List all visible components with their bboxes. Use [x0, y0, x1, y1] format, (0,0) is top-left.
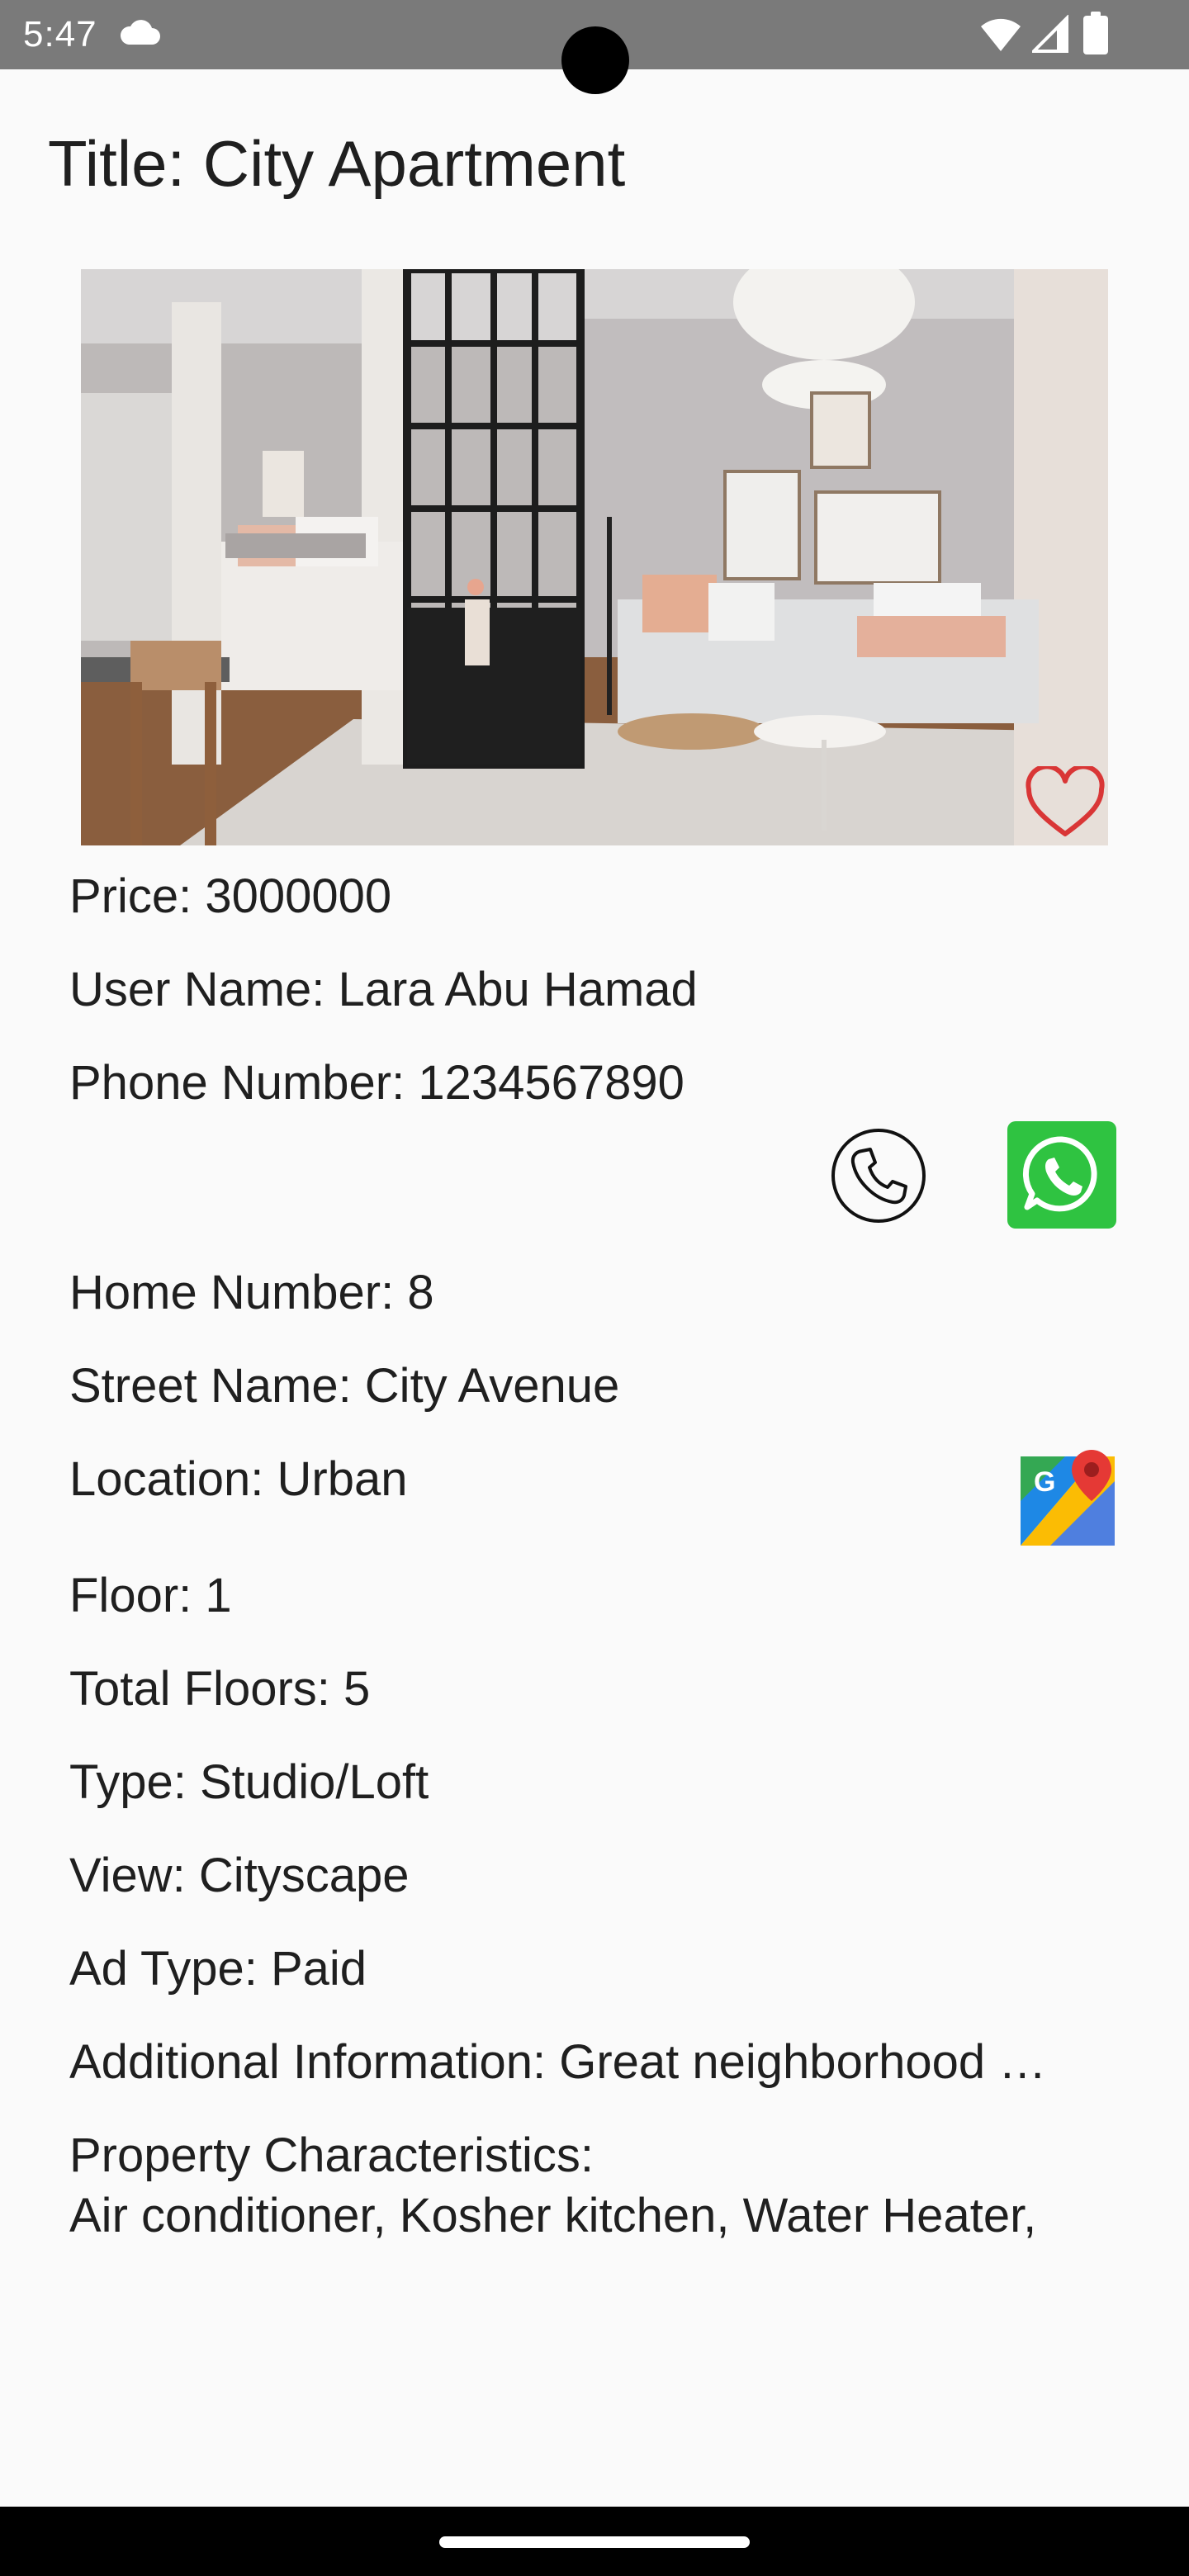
status-time: 5:47	[23, 14, 97, 54]
user-name-text: User Name: Lara Abu Hamad	[69, 963, 698, 1016]
type-text: Type: Studio/Loft	[69, 1755, 429, 1809]
signal-icon	[1032, 15, 1068, 53]
call-phone-icon[interactable]	[829, 1126, 928, 1225]
view-text: View: Cityscape	[69, 1849, 410, 1902]
google-maps-icon[interactable]: G	[1017, 1447, 1118, 1547]
apartment-photo	[81, 269, 1108, 845]
battery-icon	[1083, 12, 1108, 54]
home-gesture-handle[interactable]	[439, 2536, 750, 2548]
cloud-icon	[120, 20, 160, 45]
street-name-text: Street Name: City Avenue	[69, 1359, 620, 1413]
floor-text: Floor: 1	[69, 1569, 232, 1622]
characteristics-value: Air conditioner, Kosher kitchen, Water H…	[69, 2189, 1037, 2242]
navigation-bar	[0, 2507, 1189, 2576]
price-text: Price: 3000000	[69, 869, 392, 923]
home-number-text: Home Number: 8	[69, 1266, 434, 1319]
favorite-heart-icon[interactable]	[1024, 766, 1106, 841]
wifi-icon	[981, 18, 1021, 51]
location-text: Location: Urban	[69, 1452, 408, 1506]
svg-text:G: G	[1034, 1466, 1055, 1498]
ad-type-text: Ad Type: Paid	[69, 1942, 367, 1996]
status-bar: 5:47	[0, 0, 1189, 94]
characteristics-label: Property Characteristics:	[69, 2129, 594, 2182]
camera-cutout	[561, 26, 629, 94]
additional-info-text: Additional Information: Great neighborho…	[69, 2035, 1047, 2089]
phone-number-text: Phone Number: 1234567890	[69, 1056, 685, 1110]
whatsapp-button[interactable]	[1007, 1121, 1116, 1229]
listing-title: Title: City Apartment	[48, 127, 626, 200]
total-floors-text: Total Floors: 5	[69, 1662, 371, 1716]
whatsapp-icon	[1022, 1136, 1097, 1212]
